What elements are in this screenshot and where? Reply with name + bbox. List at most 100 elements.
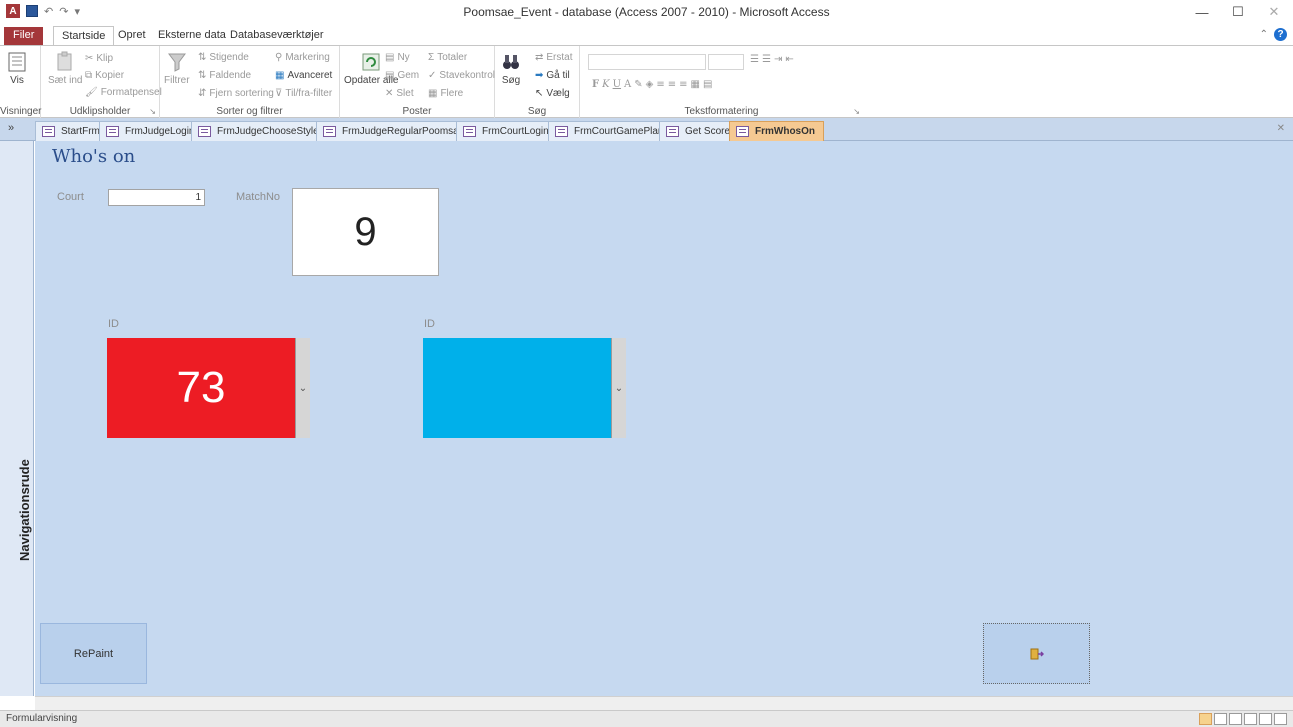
- exit-door-icon: [1030, 648, 1044, 659]
- group-records-label: Poster: [402, 106, 432, 117]
- doc-tab-frmjudgechoosestyle[interactable]: FrmJudgeChooseStyle: [191, 121, 328, 141]
- align-right-icon[interactable]: ≡: [679, 79, 687, 90]
- underline-button[interactable]: U: [613, 79, 621, 90]
- doc-tab-get-score[interactable]: Get Score: [659, 121, 740, 141]
- goto-label: Gå til: [546, 70, 570, 81]
- replace-button[interactable]: ⇄ Erstat: [535, 52, 573, 63]
- delete-label: Slet: [396, 88, 414, 99]
- alternate-row-icon[interactable]: ▤: [703, 79, 712, 90]
- remove-sort-button[interactable]: ⇵ Fjern sortering: [198, 88, 274, 99]
- font-name-select[interactable]: [588, 54, 706, 70]
- font-size-select[interactable]: [708, 54, 744, 70]
- dialog-launcher-icon[interactable]: ↘: [149, 107, 156, 116]
- expand-nav-pane-icon[interactable]: »: [8, 122, 14, 134]
- highlight-icon[interactable]: ✎: [634, 79, 642, 90]
- copy-button[interactable]: ⧉ Kopier: [85, 70, 124, 81]
- red-id-combo[interactable]: 73 ⌄: [107, 338, 310, 438]
- layout-view-icon[interactable]: [1259, 713, 1272, 725]
- tab-file[interactable]: Filer: [4, 27, 44, 45]
- italic-button[interactable]: K: [602, 79, 609, 90]
- doc-tab-frmjudgelogin[interactable]: FrmJudgeLogin: [99, 121, 204, 141]
- doc-tab-label: FrmCourtGamePlan: [574, 126, 664, 137]
- indent-icon: ⇥: [773, 54, 783, 65]
- status-text: Formularvisning: [6, 713, 78, 724]
- maximize-button[interactable]: ☐: [1223, 2, 1253, 22]
- font-color-icon[interactable]: A: [624, 79, 631, 90]
- toggle-filter-button[interactable]: ⊽ Til/fra-filter: [275, 88, 332, 99]
- chevron-down-icon[interactable]: ⌄: [611, 338, 626, 438]
- chevron-down-icon[interactable]: ⌄: [295, 338, 310, 438]
- more-button[interactable]: ▦ Flere: [428, 88, 463, 99]
- copy-icon: ⧉: [85, 70, 93, 81]
- bold-button[interactable]: F: [592, 79, 599, 90]
- goto-button[interactable]: ➡ Gå til: [535, 70, 570, 81]
- doc-tab-frmwhoson[interactable]: FrmWhosOn: [729, 121, 824, 141]
- ribbon: Vis Visninger Sæt ind ✂ Klip ⧉ Kopier 🖌 For…: [0, 45, 1293, 118]
- matchno-label: MatchNo: [236, 191, 281, 203]
- scissors-icon: ✂: [85, 53, 94, 64]
- delete-record-button[interactable]: ✕ Slet: [385, 88, 414, 99]
- form-whos-on: Who's on Court 1 MatchNo 9 ID 73 ⌄ ID ⌄ …: [35, 141, 1293, 696]
- more-icon: ▦: [428, 88, 438, 99]
- datasheet-view-icon[interactable]: [1214, 713, 1227, 725]
- sort-ascending-button[interactable]: ⇅ Stigende: [198, 52, 249, 63]
- group-text-label: Tekstformatering: [684, 106, 759, 117]
- selection-button[interactable]: ⚲ Markering: [275, 52, 330, 63]
- design-view-icon[interactable]: [1274, 713, 1287, 725]
- blue-id-combo[interactable]: ⌄: [423, 338, 626, 438]
- pivottable-view-icon[interactable]: [1229, 713, 1242, 725]
- advanced-button[interactable]: ▦ Avanceret: [275, 70, 332, 81]
- horizontal-scrollbar[interactable]: [35, 696, 1293, 710]
- align-left-icon[interactable]: ≡: [656, 79, 664, 90]
- tab-home[interactable]: Startside: [53, 26, 115, 46]
- repaint-button[interactable]: RePaint: [40, 623, 147, 684]
- delete-icon: ✕: [385, 88, 394, 99]
- view-label: Vis: [10, 75, 24, 86]
- doc-tab-startfrm[interactable]: StartFrm: [35, 121, 109, 141]
- totals-button[interactable]: Σ Totaler: [428, 52, 467, 63]
- align-center-icon[interactable]: ≡: [668, 79, 676, 90]
- save-record-button[interactable]: ▤ Gem: [385, 70, 419, 81]
- advanced-label: Avanceret: [287, 70, 333, 81]
- navigation-pane[interactable]: Navigationsrude: [0, 141, 34, 696]
- matchno-field[interactable]: 9: [292, 188, 439, 276]
- doc-tab-frmcourtgameplan[interactable]: FrmCourtGamePlan: [548, 121, 673, 141]
- paste-button[interactable]: Sæt ind: [48, 51, 82, 86]
- court-field[interactable]: 1: [108, 189, 205, 206]
- view-button[interactable]: Vis: [6, 51, 28, 86]
- fill-color-icon[interactable]: ◈: [646, 79, 654, 90]
- select-button[interactable]: ↖ Vælg: [535, 88, 570, 99]
- text-style-buttons[interactable]: F K U A ✎ ◈ ≡ ≡ ≡ ▦ ▤: [592, 79, 712, 90]
- doc-tab-frmcourtlogin[interactable]: FrmCourtLogin: [456, 121, 558, 141]
- format-painter-button[interactable]: 🖌 Formatpensel: [85, 87, 162, 98]
- close-document-icon[interactable]: ✕: [1277, 123, 1285, 134]
- close-button[interactable]: ✕: [1259, 2, 1289, 22]
- cut-button[interactable]: ✂ Klip: [85, 53, 113, 64]
- totals-label: Totaler: [437, 52, 468, 63]
- gridlines-icon[interactable]: ▦: [691, 79, 700, 90]
- toggle-filter-icon: ⊽: [275, 88, 283, 99]
- list-format-buttons[interactable]: ☰ ☰ ⇥ ⇤: [750, 54, 794, 65]
- sort-descending-button[interactable]: ⇅ Faldende: [198, 70, 251, 81]
- new-record-button[interactable]: ▤ Ny: [385, 52, 410, 63]
- form-title: Who's on: [52, 146, 136, 167]
- help-icon[interactable]: ?: [1274, 28, 1287, 41]
- form-icon: [106, 126, 119, 137]
- collapse-ribbon-icon[interactable]: ⌃: [1260, 29, 1268, 40]
- form-view-icon[interactable]: [1199, 713, 1212, 725]
- find-button[interactable]: Søg: [500, 51, 522, 86]
- doc-tab-frmjudgeregularpoomsae[interactable]: FrmJudgeRegularPoomsae: [316, 121, 474, 141]
- filter-button[interactable]: Filtrer: [164, 51, 190, 86]
- pivotchart-view-icon[interactable]: [1244, 713, 1257, 725]
- tab-database-tools[interactable]: Databaseværktøjer: [222, 26, 332, 46]
- group-find-label: Søg: [527, 106, 547, 117]
- text-dialog-launcher-icon[interactable]: ↘: [853, 107, 860, 116]
- document-tab-bar: » StartFrm FrmJudgeLogin FrmJudgeChooseS…: [0, 118, 1293, 141]
- minimize-button[interactable]: —: [1187, 2, 1217, 22]
- exit-button[interactable]: [983, 623, 1090, 684]
- tab-create[interactable]: Opret: [110, 26, 154, 46]
- remove-sort-icon: ⇵: [198, 88, 207, 99]
- group-text-formatting: ☰ ☰ ⇥ ⇤ F K U A ✎ ◈ ≡ ≡ ≡ ▦ ▤ Tekstformater…: [580, 46, 863, 118]
- format-painter-label: Formatpensel: [100, 87, 162, 98]
- spelling-button[interactable]: ✓ Stavekontrol: [428, 70, 495, 81]
